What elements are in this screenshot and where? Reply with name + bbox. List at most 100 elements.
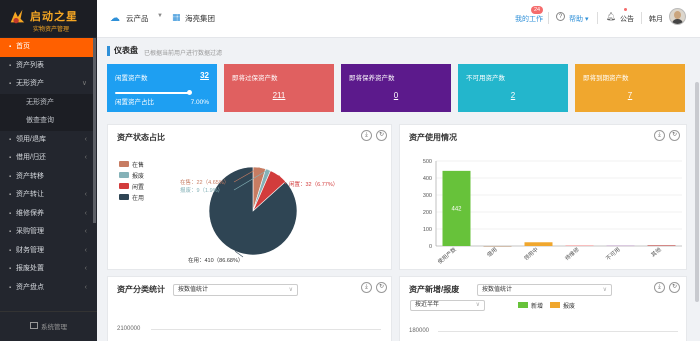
legend-label: 报废 — [132, 172, 144, 180]
legend-swatch-add — [518, 302, 528, 308]
refresh-icon[interactable]: ↻ — [376, 130, 387, 141]
download-icon[interactable]: ⤓ — [654, 282, 665, 293]
legend-swatch[interactable] — [119, 172, 129, 178]
borrow-icon: ▪ — [9, 155, 12, 161]
select-value: 按数值统计 — [178, 287, 209, 293]
bar-value-label: 442 — [451, 206, 462, 212]
grid-line — [438, 331, 678, 332]
trash-icon: ▪ — [9, 266, 12, 272]
top-header: ☁ 云产品 ▼ ▦ 海亮集团 我的工作 24 ? 帮助 ▾ 🔔︎ 公告 韩月 — [97, 0, 700, 38]
usage-bar-chart: 500 400 300 200 100 0 442 使用产数 借用 领用中 待维修 不可用 其他 — [423, 159, 682, 266]
sidebar-item-13[interactable]: ▪ 资产盘点 ‹ — [0, 279, 93, 298]
user-name[interactable]: 韩月 — [649, 14, 663, 24]
kpi-value[interactable]: 0 — [341, 91, 451, 100]
chevron-icon: ‹ — [84, 228, 87, 235]
list-icon: ▪ — [9, 62, 12, 69]
y-axis-label: 180000 — [409, 328, 430, 334]
main-scrollbar[interactable] — [695, 82, 699, 302]
group-name[interactable]: 海亮集团 — [185, 13, 215, 24]
grid-line — [151, 329, 381, 330]
legend-label: 在售 — [132, 161, 144, 169]
chevron-icon: ‹ — [84, 283, 87, 291]
usage-bar[interactable] — [647, 245, 676, 246]
sidebar-item-8[interactable]: ▪ 资产转让 ‹ — [0, 186, 93, 205]
kpi-upcoming-maintenance[interactable]: 即将保养资产数 0 — [341, 64, 451, 112]
sidebar-item-0[interactable]: ▪ 首页 — [0, 38, 93, 57]
finance-icon: ▪ — [9, 247, 12, 254]
sidebar-item-11[interactable]: ▪ 财务管理 ‹ — [0, 242, 93, 261]
system-settings-label: 系统管理 — [41, 324, 67, 331]
legend-swatch[interactable] — [119, 183, 129, 189]
dashboard-main: 仪表盘 已根据当前用户进行数据过滤 闲置资产数 32 闲置资产占比 7.00% … — [97, 38, 700, 341]
bell-icon[interactable]: 🔔︎ — [606, 12, 616, 21]
kpi-idle-assets[interactable]: 闲置资产数 32 闲置资产占比 7.00% — [107, 64, 217, 112]
kpi-expiring-warranty[interactable]: 即将过保资产数 211 — [224, 64, 334, 112]
download-icon[interactable]: ⤓ — [361, 130, 372, 141]
kpi-value[interactable]: 211 — [224, 91, 334, 100]
usage-bar[interactable] — [524, 242, 553, 246]
refresh-icon[interactable]: ↻ — [669, 282, 680, 293]
divider — [597, 12, 598, 24]
transfer-icon: ▪ — [9, 192, 12, 198]
chevron-down-icon: ∨ — [475, 302, 480, 308]
sidebar-item-10[interactable]: ▪ 采购管理 ‹ — [0, 223, 93, 242]
sidebar-item-label: 无形资产 — [26, 98, 54, 106]
refresh-icon[interactable]: ↻ — [669, 130, 680, 141]
add-stat-select[interactable]: 按数值统计 ∨ — [477, 284, 612, 296]
y-tick-label: 200 — [423, 210, 432, 216]
kpi-title: 闲置资产数 — [115, 75, 148, 82]
idle-ratio-knob — [187, 90, 193, 95]
kpi-value[interactable]: 7 — [575, 91, 685, 100]
sidebar-item-7[interactable]: ▪ 资产转移 — [0, 168, 93, 187]
sidebar-menu: ▪ 首页 ▪ 资产列表 ▪ 无形资产 ∨ 无形资产 傲查查询 ▪ 领用/退库 ‹ ▪ 借用/归还 ‹ ▪ 资产转… — [0, 38, 93, 297]
legend-swatch[interactable] — [119, 161, 129, 167]
kpi-unavailable[interactable]: 不可用资产数 2 — [458, 64, 568, 112]
sidebar-item-3[interactable]: 无形资产 — [0, 93, 93, 112]
kpi-value[interactable]: 2 — [458, 91, 568, 100]
kpi-value[interactable]: 32 — [200, 71, 209, 80]
x-tick-label: 使用产数 — [436, 245, 458, 266]
help-menu[interactable]: 帮助 ▾ — [569, 14, 588, 24]
kpi-title: 即将过保资产数 — [232, 75, 278, 82]
kpi-expiring-soon[interactable]: 即将到期资产数 7 — [575, 64, 685, 112]
sidebar-item-label: 资产列表 — [16, 61, 44, 69]
sidebar-scrollbar[interactable] — [93, 38, 96, 223]
select-value: 按数值统计 — [482, 287, 513, 293]
asset-status-card: 资产状态占比 ⤓ ↻ 在售 报废 闲置 在用 在售：22（4.65%） 报废：9（1.9%… — [107, 124, 392, 270]
product-switcher[interactable]: 云产品 — [126, 13, 149, 24]
cloud-icon: ☁ — [110, 13, 120, 24]
notice-link[interactable]: 公告 — [620, 14, 634, 24]
sidebar-item-9[interactable]: ▪ 维修保养 ‹ — [0, 205, 93, 224]
sidebar-item-label: 借用/归还 — [16, 154, 46, 161]
legend-swatch[interactable] — [119, 194, 129, 200]
period-select[interactable]: 按近半年 ∨ — [410, 300, 485, 311]
cart-icon: ▪ — [9, 229, 12, 235]
sidebar-item-6[interactable]: ▪ 借用/归还 ‹ — [0, 149, 93, 168]
legend-label-scrap: 报废 — [563, 304, 576, 310]
card-title: 资产新增/报废 — [409, 285, 460, 294]
help-icon[interactable]: ? — [556, 12, 565, 21]
sidebar-item-1[interactable]: ▪ 资产列表 — [0, 57, 93, 76]
divider — [641, 12, 642, 24]
system-settings[interactable]: 系统管理 — [0, 311, 97, 341]
kpi-sub-value: 7.00% — [190, 99, 209, 106]
sidebar-item-12[interactable]: ▪ 报废处置 ‹ — [0, 260, 93, 279]
sidebar-item-5[interactable]: ▪ 领用/退库 ‹ — [0, 131, 93, 150]
logo[interactable]: 启动之星 实物资产管理 — [0, 0, 97, 37]
divider — [548, 12, 549, 24]
pie-label: 报废：9（1.9%） — [180, 186, 223, 194]
refresh-icon[interactable]: ↻ — [376, 282, 387, 293]
avatar[interactable] — [669, 8, 686, 25]
sidebar-item-label: 资产盘点 — [16, 283, 44, 291]
pie-label: 在用：410（86.68%） — [188, 256, 243, 264]
category-stat-select[interactable]: 按数值统计 ∨ — [173, 284, 298, 296]
sidebar-item-4[interactable]: 傲查查询 — [0, 112, 93, 131]
sidebar-item-label: 无形资产 — [16, 80, 44, 87]
caret-down-icon[interactable]: ▼ — [157, 13, 163, 19]
my-work-link[interactable]: 我的工作 — [515, 14, 543, 24]
usage-bar[interactable] — [565, 245, 594, 246]
sidebar-item-label: 财务管理 — [16, 246, 44, 254]
download-icon[interactable]: ⤓ — [361, 282, 372, 293]
sidebar-item-2[interactable]: ▪ 无形资产 ∨ — [0, 75, 93, 94]
download-icon[interactable]: ⤓ — [654, 130, 665, 141]
